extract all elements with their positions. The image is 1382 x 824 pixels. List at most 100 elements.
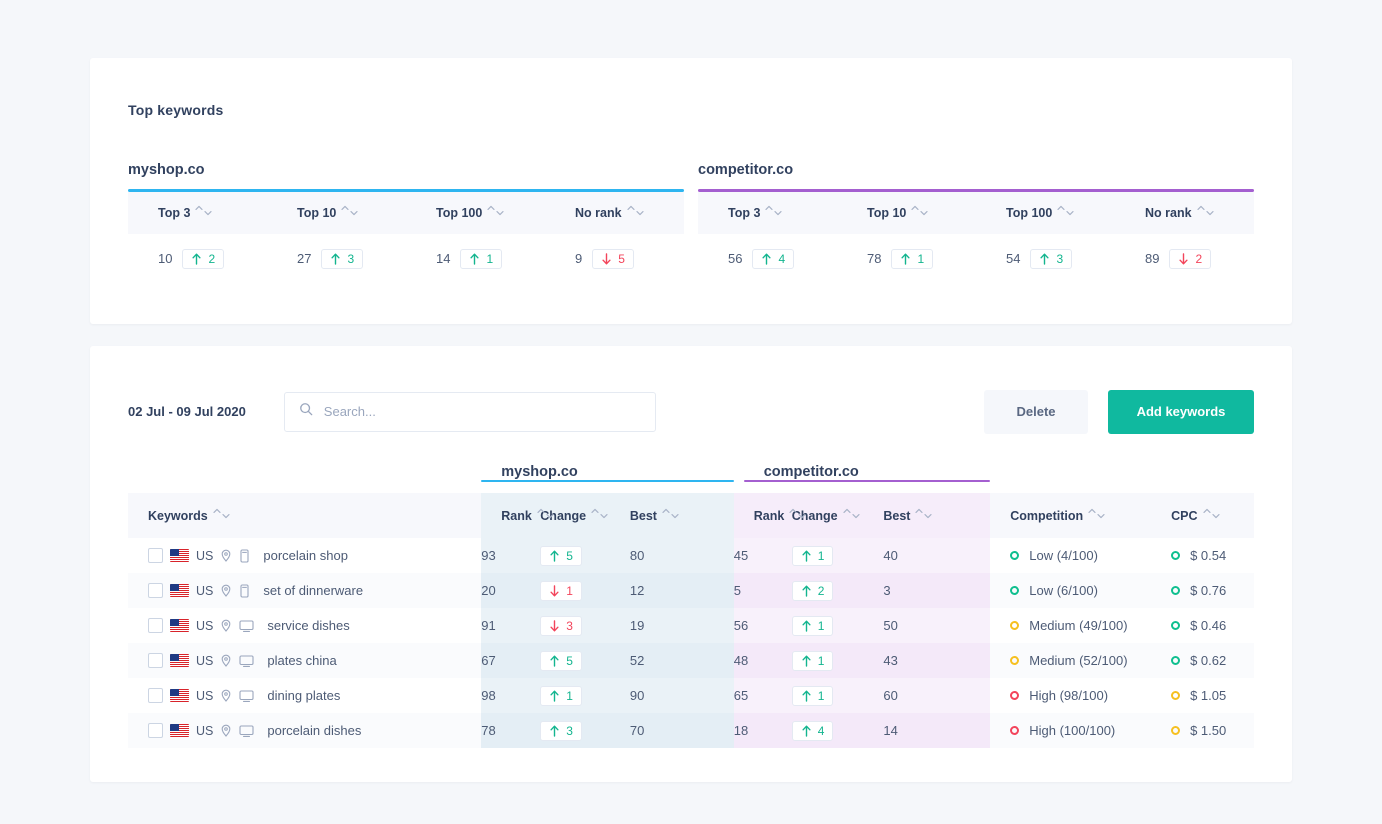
search-box[interactable] <box>283 391 656 432</box>
metric-header-top-3[interactable]: Top 3 <box>698 204 837 222</box>
country-code: US <box>196 688 214 703</box>
sort-toggle-icon[interactable] <box>1196 205 1214 216</box>
competition-level-icon <box>1010 621 1020 630</box>
row-checkbox[interactable] <box>148 723 163 738</box>
sort-toggle-icon[interactable] <box>591 508 608 519</box>
metric-header-top-3[interactable]: Top 3 <box>128 204 267 222</box>
mobile-device-icon <box>239 548 250 563</box>
sort-toggle-icon[interactable] <box>213 508 230 519</box>
flag-us-icon <box>170 654 189 667</box>
col-header-cpc[interactable]: CPC <box>1151 493 1254 538</box>
delete-button[interactable]: Delete <box>984 389 1088 434</box>
sort-toggle-icon[interactable] <box>341 205 358 216</box>
cell-myshop-rank: 93 <box>481 538 541 573</box>
cell-competitor-change: 1 <box>791 643 884 678</box>
search-input[interactable] <box>323 404 641 419</box>
sort-toggle-icon[interactable] <box>662 508 679 519</box>
metric-header-no-rank[interactable]: No rank <box>545 204 684 222</box>
change-badge: 2 <box>791 580 834 601</box>
change-badge: 3 <box>1030 248 1073 269</box>
keyword-text: plates china <box>267 653 337 668</box>
group-header-spacer <box>128 464 481 494</box>
cell-cpc: $ 1.05 <box>1151 678 1254 713</box>
change-value: 5 <box>566 653 573 668</box>
country-code: US <box>196 583 214 598</box>
sort-toggle-icon[interactable] <box>911 205 928 216</box>
metric-value-cell: 56 4 <box>698 248 837 269</box>
table-row[interactable]: US service dishes 91 3 19 56 1 50 Medium… <box>128 608 1254 643</box>
change-value: 3 <box>566 618 573 633</box>
country-code: US <box>196 653 214 668</box>
table-row[interactable]: US porcelain shop 93 5 80 45 1 40 Low (4… <box>128 538 1254 573</box>
table-body: US porcelain shop 93 5 80 45 1 40 Low (4… <box>128 538 1254 748</box>
competition-label: Low (4/100) <box>1029 548 1098 563</box>
cell-competition: Medium (49/100) <box>990 608 1152 643</box>
row-checkbox[interactable] <box>148 548 163 563</box>
arrow-up-icon <box>802 655 811 667</box>
cell-cpc: $ 0.54 <box>1151 538 1254 573</box>
cell-myshop-rank: 91 <box>481 608 541 643</box>
date-range-label[interactable]: 02 Jul - 09 Jul 2020 <box>128 404 246 419</box>
cell-competitor-change: 1 <box>791 538 884 573</box>
change-value: 1 <box>817 548 825 563</box>
metric-value: 9 <box>575 251 583 266</box>
row-checkbox[interactable] <box>148 653 163 668</box>
sort-toggle-icon[interactable] <box>1088 508 1105 519</box>
table-head: myshop.co competitor.co Keywords Rank Ch… <box>128 464 1254 538</box>
table-row[interactable]: US set of dinnerware 20 1 12 5 2 3 Low (… <box>128 573 1254 608</box>
metric-header-top-100[interactable]: Top 100 <box>976 204 1115 222</box>
sort-toggle-icon[interactable] <box>195 205 213 216</box>
metric-header-label: Top 100 <box>1006 205 1053 220</box>
sort-toggle-icon[interactable] <box>1202 508 1220 519</box>
col-header-myshop-best[interactable]: Best <box>629 493 734 538</box>
metric-header-top-10[interactable]: Top 10 <box>837 204 976 222</box>
metric-value: 54 <box>1006 251 1021 266</box>
col-header-competition[interactable]: Competition <box>990 493 1152 538</box>
col-header-myshop-rank[interactable]: Rank <box>481 493 554 538</box>
arrow-up-icon <box>331 253 341 265</box>
metric-header-no-rank[interactable]: No rank <box>1115 204 1254 222</box>
arrow-down-icon <box>550 619 559 631</box>
cpc-level-icon <box>1171 691 1181 700</box>
change-value: 5 <box>618 251 625 266</box>
change-value: 1 <box>817 653 825 668</box>
sort-toggle-icon[interactable] <box>842 508 860 519</box>
sort-toggle-icon[interactable] <box>789 508 806 519</box>
arrow-up-icon <box>901 253 911 265</box>
cell-competition: Low (4/100) <box>990 538 1152 573</box>
page-title: Top keywords <box>128 102 224 118</box>
row-checkbox[interactable] <box>148 583 163 598</box>
table-row[interactable]: US plates china 67 5 52 48 1 43 Medium (… <box>128 643 1254 678</box>
cpc-value: $ 0.76 <box>1190 583 1227 598</box>
table-row[interactable]: US porcelain dishes 78 3 70 18 4 14 High… <box>128 713 1254 748</box>
metric-value-cell: 89 2 <box>1115 248 1254 269</box>
table-row[interactable]: US dining plates 98 1 90 65 1 60 High (9… <box>128 678 1254 713</box>
desktop-device-icon <box>239 619 254 633</box>
flag-us-icon <box>170 619 189 632</box>
sort-toggle-icon[interactable] <box>626 205 644 216</box>
col-header-keywords[interactable]: Keywords <box>128 493 482 538</box>
sort-toggle-icon[interactable] <box>1057 205 1074 216</box>
keywords-table: myshop.co competitor.co Keywords Rank Ch… <box>128 464 1254 748</box>
col-header-competitor-best[interactable]: Best <box>883 493 991 538</box>
cell-myshop-best: 19 <box>629 608 734 643</box>
sort-toggle-icon[interactable] <box>765 205 783 216</box>
arrow-up-icon <box>192 253 202 265</box>
metric-value-cell: 9 5 <box>545 248 684 269</box>
add-keywords-button[interactable]: Add keywords <box>1108 389 1254 434</box>
change-badge: 3 <box>321 248 364 269</box>
competition-label: High (100/100) <box>1029 723 1116 738</box>
arrow-down-icon <box>602 252 611 264</box>
row-checkbox[interactable] <box>148 618 163 633</box>
sort-toggle-icon[interactable] <box>487 205 504 216</box>
location-pin-icon <box>220 549 232 563</box>
col-header-competitor-rank[interactable]: Rank <box>733 493 806 538</box>
metric-header-top-10[interactable]: Top 10 <box>267 204 406 222</box>
cpc-value: $ 0.46 <box>1190 618 1227 633</box>
sort-toggle-icon[interactable] <box>915 508 933 519</box>
arrow-up-icon <box>550 690 559 702</box>
metric-header-top-100[interactable]: Top 100 <box>406 204 545 222</box>
competition-label: Medium (49/100) <box>1029 618 1128 633</box>
row-checkbox[interactable] <box>148 688 163 703</box>
sort-toggle-icon[interactable] <box>537 508 554 519</box>
